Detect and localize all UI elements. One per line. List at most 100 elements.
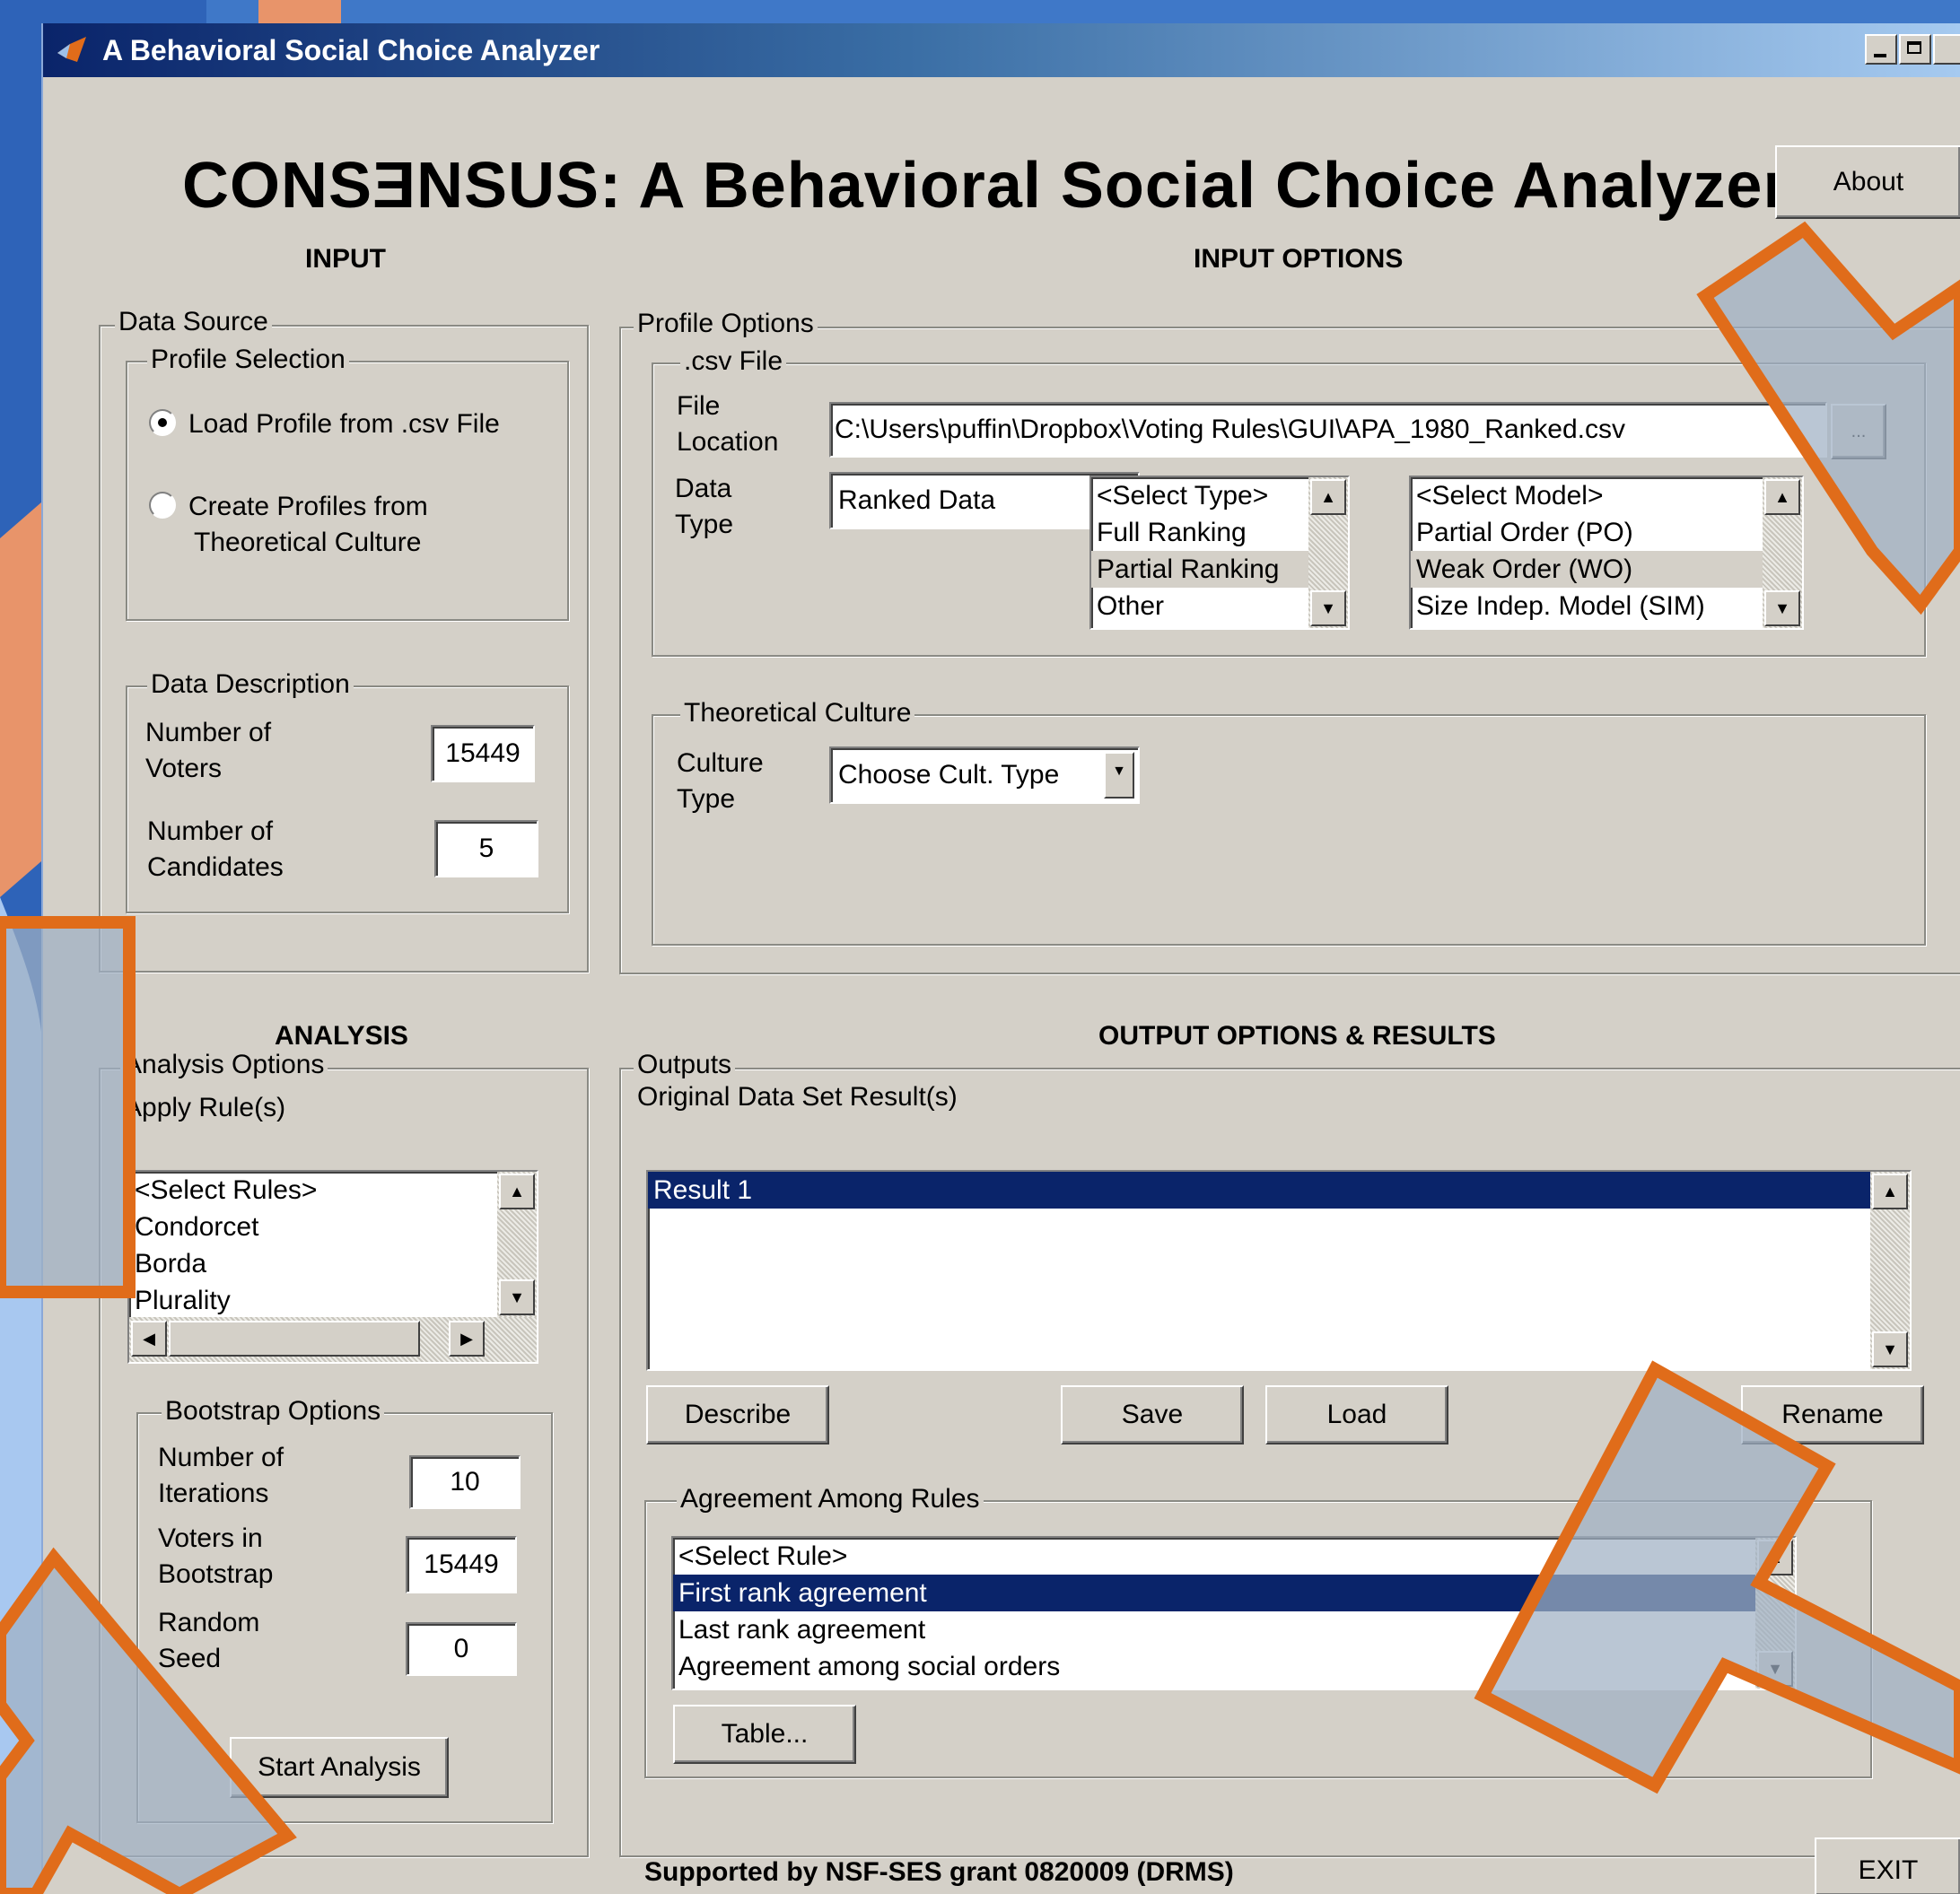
matlab-icon [57,37,86,62]
profile-options-group: Profile Options .csv File File Location … [619,309,1960,974]
results-list[interactable]: Result 1 ▲ ▼ [646,1170,1912,1371]
scroll-down-icon[interactable]: ▼ [1757,1651,1793,1687]
rename-button[interactable]: Rename [1741,1385,1924,1445]
analysis-options-label: Analysis Options [120,1050,328,1080]
app-title: CONSƎNSUS: A Behavioral Social Choice An… [182,150,1789,222]
results-scrollbar[interactable]: ▲ ▼ [1870,1172,1910,1369]
rules-list[interactable]: <Select Rules> Condorcet Borda Plurality… [127,1170,538,1364]
scroll-left-icon[interactable]: ◀ [131,1321,167,1357]
data-type-value: Ranked Data [838,485,996,515]
input-options-heading: INPUT OPTIONS [1194,244,1404,274]
app-window: A Behavioral Social Choice Analyzer CONS… [41,23,1960,1894]
culture-type-label: Culture [677,748,764,778]
agreement-list[interactable]: <Select Rule> First rank agreement Last … [671,1536,1797,1690]
bootstrap-voters-field[interactable]: 15449 [406,1536,517,1593]
type-list-scrollbar[interactable]: ▲ ▼ [1308,477,1348,628]
about-button[interactable]: About [1775,145,1960,219]
list-item[interactable]: <Select Rule> [673,1538,1795,1575]
list-item[interactable]: Agreement among social orders [673,1648,1795,1685]
close-button[interactable] [1933,34,1960,65]
load-csv-label[interactable]: Load Profile from .csv File [188,409,500,440]
maximize-icon [1907,41,1921,54]
list-item[interactable]: <Select Rules> [129,1172,537,1209]
seed-label: Random [158,1608,260,1637]
input-heading: INPUT [305,244,386,274]
scroll-up-icon[interactable]: ▲ [1757,1540,1793,1575]
scroll-thumb[interactable] [169,1321,420,1357]
list-item[interactable]: Partial Order (PO) [1411,514,1802,551]
bootstrap-voters-label: Voters in [158,1523,263,1553]
list-item[interactable]: Weak Order (WO) [1411,551,1802,588]
bootstrap-options-group: Bootstrap Options Number of Iterations 1… [136,1396,553,1823]
browse-button[interactable]: ... [1831,404,1886,459]
culture-type-label-line2: Type [677,784,736,814]
support-text: Supported by NSF-SES grant 0820009 (DRMS… [644,1857,1234,1887]
list-item[interactable]: Condorcet [129,1209,537,1245]
type-list[interactable]: <Select Type> Full Ranking Partial Ranki… [1089,476,1350,630]
file-location-field[interactable]: C:\Users\puffin\Dropbox\Voting Rules\GUI… [829,402,1827,458]
data-type-label: Data [675,474,732,503]
list-item[interactable]: Result 1 [648,1172,1910,1209]
outputs-group: Outputs Original Data Set Result(s) Resu… [619,1050,1960,1857]
culture-type-combo[interactable]: Choose Cult. Type ▼ [829,746,1140,804]
data-type-label-line2: Type [675,510,734,539]
scroll-up-icon[interactable]: ▲ [1310,479,1346,515]
file-location-label-line2: Location [677,427,779,457]
create-profiles-radio[interactable] [149,492,176,519]
list-item[interactable]: First rank agreement [673,1575,1795,1611]
output-heading: OUTPUT OPTIONS & RESULTS [1098,1021,1496,1051]
create-profiles-label[interactable]: Create Profiles from [188,492,428,522]
apply-rules-label: Apply Rule(s) [124,1093,286,1122]
model-list[interactable]: <Select Model> Partial Order (PO) Weak O… [1409,476,1804,630]
seed-field[interactable]: 0 [406,1622,517,1676]
iterations-label: Number of [158,1443,284,1472]
iterations-label-line2: Iterations [158,1479,269,1508]
candidates-field[interactable]: 5 [434,820,538,877]
scroll-up-icon[interactable]: ▲ [1764,479,1800,515]
list-item[interactable]: Size Indep. Model (SIM) [1411,588,1802,624]
scroll-down-icon[interactable]: ▼ [1310,590,1346,626]
scroll-up-icon[interactable]: ▲ [1872,1174,1908,1209]
create-profiles-label-line2[interactable]: Theoretical Culture [194,528,421,558]
profile-selection-label: Profile Selection [147,345,349,375]
rules-vscrollbar[interactable]: ▲ ▼ [497,1172,537,1317]
load-button[interactable]: Load [1265,1385,1448,1445]
data-source-group: Data Source Profile Selection Load Profi… [99,307,589,973]
rules-hscrollbar[interactable]: ◀ ▶ [129,1317,537,1362]
agreement-group: Agreement Among Rules <Select Rule> Firs… [644,1484,1872,1778]
list-item[interactable]: Borda [129,1245,537,1282]
agreement-label: Agreement Among Rules [677,1484,984,1514]
maximize-button[interactable] [1899,34,1931,65]
start-analysis-button[interactable]: Start Analysis [230,1737,449,1798]
culture-type-value: Choose Cult. Type [838,760,1060,790]
chevron-down-icon[interactable]: ▼ [1104,752,1134,799]
scroll-down-icon[interactable]: ▼ [1872,1331,1908,1367]
scroll-up-icon[interactable]: ▲ [499,1174,535,1209]
exit-button[interactable]: EXIT [1815,1837,1960,1894]
model-list-scrollbar[interactable]: ▲ ▼ [1763,477,1802,628]
voters-field[interactable]: 15449 [431,725,535,782]
agreement-scrollbar[interactable]: ▲ ▼ [1755,1538,1795,1689]
csv-file-label: .csv File [680,346,787,377]
theoretical-culture-label: Theoretical Culture [680,698,915,729]
bootstrap-options-label: Bootstrap Options [162,1396,385,1427]
list-item[interactable]: <Select Model> [1411,477,1802,514]
describe-button[interactable]: Describe [646,1385,829,1445]
file-location-label: File [677,391,721,421]
iterations-field[interactable]: 10 [409,1455,521,1509]
save-button[interactable]: Save [1061,1385,1244,1445]
title-bar[interactable]: A Behavioral Social Choice Analyzer [43,23,1960,77]
theoretical-culture-group: Theoretical Culture Culture Type Choose … [652,698,1926,946]
scroll-down-icon[interactable]: ▼ [1764,590,1800,626]
list-item[interactable]: Plurality [129,1282,537,1319]
minimize-button[interactable] [1865,34,1897,65]
table-button[interactable]: Table... [673,1705,856,1764]
profile-selection-group: Profile Selection Load Profile from .csv… [126,345,569,621]
original-results-label: Original Data Set Result(s) [637,1082,958,1112]
seed-label-line2: Seed [158,1644,222,1673]
load-csv-radio[interactable] [149,409,176,436]
bootstrap-voters-label-line2: Bootstrap [158,1559,274,1589]
scroll-right-icon[interactable]: ▶ [449,1321,485,1357]
scroll-down-icon[interactable]: ▼ [499,1279,535,1315]
list-item[interactable]: Last rank agreement [673,1611,1795,1648]
